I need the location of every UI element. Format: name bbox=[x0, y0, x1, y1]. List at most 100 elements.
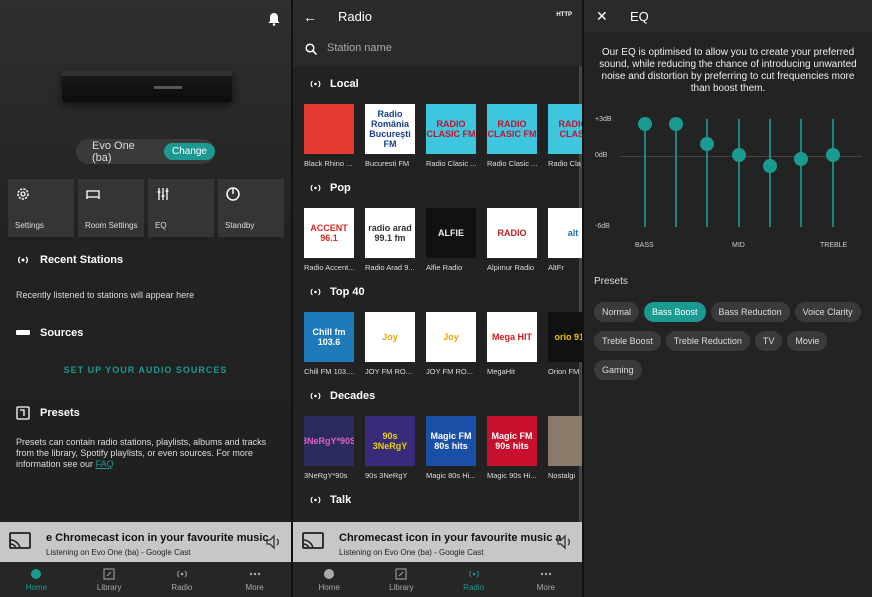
nav-library[interactable]: Library bbox=[73, 562, 146, 597]
station-tile[interactable]: Mega HIT MegaHit bbox=[487, 312, 537, 376]
eq-slider-knob[interactable] bbox=[669, 116, 683, 131]
station-logo: Radio România București FM bbox=[365, 104, 415, 154]
station-tile[interactable]: Joy JOY FM RO... bbox=[365, 312, 415, 376]
station-tile[interactable]: Magic FM 80s hits Magic 80s Hi... bbox=[426, 416, 476, 480]
eq-tile[interactable]: EQ bbox=[148, 179, 214, 237]
cast-icon[interactable] bbox=[301, 532, 325, 550]
station-tile[interactable]: Radio România București FM Bucuresti FM bbox=[365, 104, 415, 168]
station-tile[interactable]: ALFIE Alfie Radio bbox=[426, 208, 476, 272]
nav-radio[interactable]: Radio bbox=[438, 562, 510, 597]
device-selector[interactable]: Evo One (ba) Change bbox=[76, 139, 215, 164]
preset-chip[interactable]: Movie bbox=[787, 331, 828, 351]
category-header: Pop bbox=[309, 182, 351, 194]
band-label-bass: BASS bbox=[635, 242, 654, 249]
nav-home[interactable]: Home bbox=[0, 562, 73, 597]
station-name: Alpimur Radio bbox=[487, 263, 535, 272]
home-icon bbox=[31, 568, 42, 579]
station-name: Black Rhino ... bbox=[304, 159, 353, 168]
bell-icon[interactable] bbox=[267, 12, 281, 26]
eq-slider-knob[interactable] bbox=[700, 137, 714, 152]
preset-chip[interactable]: Treble Boost bbox=[594, 331, 661, 351]
now-playing-title: Chromecast icon in your favourite music … bbox=[339, 532, 562, 544]
preset-chip[interactable]: Gaming bbox=[594, 360, 642, 380]
presets-header: Presets bbox=[16, 406, 80, 420]
station-tile[interactable]: Black Rhino ... bbox=[304, 104, 354, 168]
preset-chip[interactable]: TV bbox=[754, 331, 783, 351]
volume-icon[interactable] bbox=[556, 533, 574, 551]
bed-icon bbox=[86, 190, 100, 199]
home-icon bbox=[324, 568, 335, 579]
eq-slider-knob[interactable] bbox=[763, 158, 777, 173]
device-name: Evo One (ba) bbox=[92, 139, 135, 164]
station-logo bbox=[548, 416, 582, 466]
eq-track[interactable] bbox=[832, 119, 834, 227]
station-tile[interactable]: RADIO Alpimur Radio bbox=[487, 208, 537, 272]
station-tile[interactable]: Chill fm 103.6 Chill FM 103.... bbox=[304, 312, 354, 376]
station-tile[interactable]: Magic FM 90s hits Magic 90s Hi... bbox=[487, 416, 537, 480]
category-header: Top 40 bbox=[309, 286, 365, 298]
volume-icon[interactable] bbox=[265, 533, 283, 551]
close-icon[interactable]: ✕ bbox=[596, 8, 608, 25]
faq-link[interactable]: FAQ bbox=[96, 459, 114, 469]
nav-radio[interactable]: Radio bbox=[146, 562, 219, 597]
eq-track[interactable] bbox=[706, 119, 708, 227]
preset-chip[interactable]: Treble Reduction bbox=[665, 331, 750, 351]
station-tile[interactable]: orio 91.7 Orion FM bbox=[548, 312, 582, 376]
preset-chip[interactable]: Voice Clarity bbox=[794, 302, 861, 322]
change-device-button[interactable]: Change bbox=[163, 143, 215, 160]
eq-slider-knob[interactable] bbox=[794, 151, 808, 166]
preset-chip[interactable]: Bass Reduction bbox=[710, 302, 790, 322]
eq-track[interactable] bbox=[738, 119, 740, 227]
cast-icon[interactable] bbox=[8, 532, 32, 550]
eq-slider-knob[interactable] bbox=[732, 148, 746, 162]
tile-label: EQ bbox=[155, 221, 167, 230]
station-tile[interactable]: 3NeRgY*90S 3NeRgY*90s bbox=[304, 416, 354, 480]
station-tile[interactable]: RADIO CLASI Radio Cla bbox=[548, 104, 582, 168]
station-tile[interactable]: RADIO CLASIC FM Radio Clasic ... bbox=[426, 104, 476, 168]
eq-track[interactable] bbox=[675, 119, 677, 227]
radio-waves-icon bbox=[310, 288, 321, 296]
eq-track[interactable] bbox=[800, 119, 802, 227]
preset-chip[interactable]: Normal bbox=[594, 302, 640, 322]
station-tile[interactable]: radio arad 99.1 fm Radio Arad 9... bbox=[365, 208, 415, 272]
radio-panel: ← Radio HTTP LocalBlack Rhino ...Radio R… bbox=[293, 0, 582, 597]
eq-slider-knob[interactable] bbox=[826, 148, 840, 162]
more-icon bbox=[540, 572, 552, 575]
now-playing-bar[interactable]: e Chromecast icon in your favourite musi… bbox=[0, 522, 291, 562]
power-icon bbox=[226, 187, 240, 201]
recent-stations-empty-text: Recently listened to stations will appea… bbox=[16, 290, 195, 300]
room-settings-tile[interactable]: Room Settings bbox=[78, 179, 144, 237]
now-playing-bar[interactable]: Chromecast icon in your favourite music … bbox=[293, 522, 582, 562]
station-tile[interactable]: RADIO CLASIC FM Radio Clasic ... bbox=[487, 104, 537, 168]
bottom-navigation: Home Library Radio More bbox=[293, 562, 582, 597]
eq-track[interactable] bbox=[644, 119, 646, 227]
station-tile[interactable]: Joy JOY FM RO... bbox=[426, 312, 476, 376]
nav-library[interactable]: Library bbox=[365, 562, 437, 597]
settings-tile[interactable]: Settings bbox=[8, 179, 74, 237]
nav-more[interactable]: More bbox=[218, 562, 291, 597]
nav-more[interactable]: More bbox=[510, 562, 582, 597]
setup-audio-sources-link[interactable]: SET UP YOUR AUDIO SOURCES bbox=[0, 365, 291, 375]
eq-panel: ✕ EQ Our EQ is optimised to allow you to… bbox=[584, 0, 872, 597]
station-logo: Joy bbox=[365, 312, 415, 362]
station-logo: RADIO bbox=[487, 208, 537, 258]
station-name: Bucuresti FM bbox=[365, 159, 410, 168]
station-tile[interactable]: 90s 3NeRgY 90s 3NeRgY bbox=[365, 416, 415, 480]
eq-track[interactable] bbox=[769, 119, 771, 227]
now-playing-title: e Chromecast icon in your favourite musi… bbox=[46, 532, 269, 544]
station-logo: 90s 3NeRgY bbox=[365, 416, 415, 466]
station-name: Alfie Radio bbox=[426, 263, 463, 272]
preset-chip[interactable]: Bass Boost bbox=[644, 302, 706, 322]
home-panel: Evo One (ba) Change Settings Room Settin… bbox=[0, 0, 291, 597]
db-label-min: -6dB bbox=[595, 223, 610, 230]
now-playing-subtitle: Listening on Evo One (ba) - Google Cast bbox=[339, 548, 484, 557]
station-tile[interactable]: alt AltFr bbox=[548, 208, 582, 272]
tile-label: Room Settings bbox=[85, 221, 138, 230]
standby-tile[interactable]: Standby bbox=[218, 179, 284, 237]
sources-icon bbox=[16, 330, 30, 335]
station-tile[interactable]: ACCENT 96.1 Radio Accent... bbox=[304, 208, 354, 272]
eq-slider-knob[interactable] bbox=[638, 116, 652, 131]
station-tile[interactable]: Nostalgi bbox=[548, 416, 582, 480]
gear-icon bbox=[17, 188, 29, 200]
nav-home[interactable]: Home bbox=[293, 562, 365, 597]
